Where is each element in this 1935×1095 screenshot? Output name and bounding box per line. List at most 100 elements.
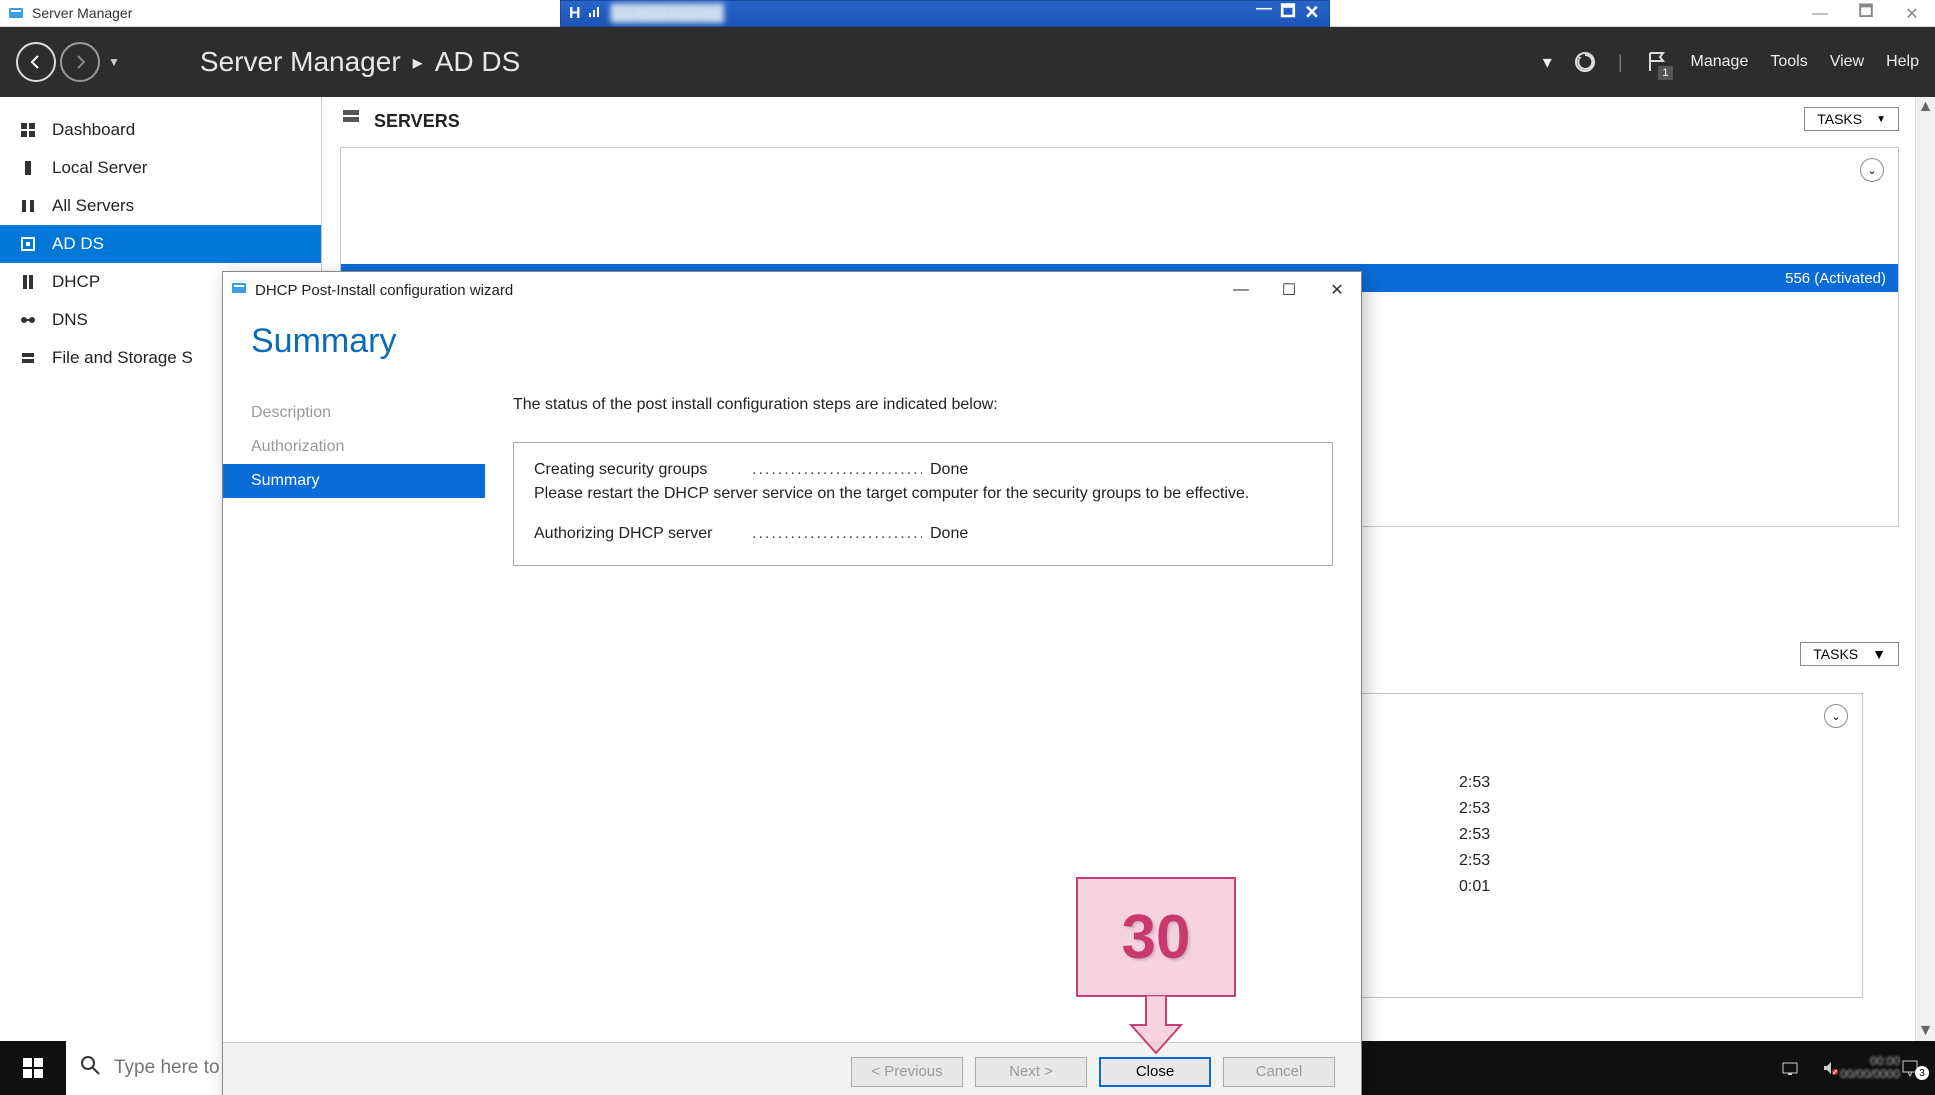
server-manager-header: ▼ Server Manager ▸ AD DS ▾ | 1 Manage To… [0, 27, 1935, 97]
wizard-step-description[interactable]: Description [223, 396, 485, 430]
dialog-heading: Summary [223, 308, 1361, 367]
sidebar-item-dashboard[interactable]: Dashboard [0, 111, 321, 149]
dhcp-wizard-dialog: DHCP Post-Install configuration wizard —… [222, 271, 1362, 1095]
scroll-up-icon[interactable]: ▲ [1916, 97, 1935, 117]
previous-button[interactable]: < Previous [851, 1057, 963, 1087]
breadcrumb: Server Manager ▸ AD DS [200, 46, 520, 78]
nav-back-button[interactable] [16, 42, 56, 82]
tray-clock[interactable]: 00:0000/00/0000 [1855, 1055, 1885, 1081]
start-button[interactable] [0, 1041, 66, 1095]
dhcp-icon [18, 274, 38, 290]
inner-window-title: ██████████ [611, 5, 724, 23]
inner-minimize-button[interactable]: — [1253, 0, 1275, 27]
dialog-footer: < Previous Next > Close Cancel [223, 1042, 1361, 1095]
adds-icon [18, 236, 38, 252]
sidebar-item-local-server[interactable]: Local Server [0, 149, 321, 187]
cancel-button[interactable]: Cancel [1223, 1057, 1335, 1087]
breadcrumb-current: AD DS [435, 46, 521, 78]
panel-expand-button[interactable]: ⌄ [1824, 704, 1848, 728]
inner-close-button[interactable]: 🗙 [1301, 0, 1323, 27]
sidebar-item-label: Dashboard [52, 120, 135, 140]
tray-notifications-icon[interactable]: 3 [1895, 1058, 1925, 1078]
dialog-titlebar[interactable]: DHCP Post-Install configuration wizard —… [223, 272, 1361, 308]
result-dots: .............................. [752, 461, 922, 479]
sidebar-item-label: File and Storage S [52, 348, 193, 368]
events-time-column: 2:53 2:53 2:53 2:53 0:01 [1459, 774, 1490, 896]
menu-manage[interactable]: Manage [1691, 53, 1749, 71]
header-dropdown-icon[interactable]: ▾ [1543, 52, 1552, 73]
nav-forward-button[interactable] [60, 42, 100, 82]
server-manager-icon [231, 280, 247, 300]
sidebar-item-all-servers[interactable]: All Servers [0, 187, 321, 225]
outer-titlebar: Server Manager H ██████████ — 🗖 🗙 — 🗖 ✕ [0, 0, 1935, 27]
outer-close-button[interactable]: ✕ [1889, 0, 1935, 27]
event-time: 2:53 [1459, 852, 1490, 870]
outer-maximize-button[interactable]: 🗖 [1843, 0, 1889, 27]
result-status: Done [930, 461, 968, 479]
nav-history-dropdown[interactable]: ▼ [108, 55, 120, 69]
wizard-intro-text: The status of the post install configura… [513, 396, 1333, 414]
dialog-maximize-button[interactable]: ☐ [1265, 272, 1313, 308]
servers-heading-icon [340, 107, 362, 135]
event-time: 2:53 [1459, 800, 1490, 818]
next-button[interactable]: Next > [975, 1057, 1087, 1087]
panel-expand-button[interactable]: ⌄ [1860, 158, 1884, 182]
result-dots: .............................. [752, 525, 922, 543]
dialog-minimize-button[interactable]: — [1217, 272, 1265, 308]
tasks-label: TASKS [1817, 111, 1862, 127]
signal-icon [589, 4, 603, 23]
wizard-result-box: Creating security groups ...............… [513, 442, 1333, 566]
breadcrumb-root[interactable]: Server Manager [200, 46, 401, 78]
tray-notifications-badge: 3 [1915, 1066, 1929, 1080]
server-manager-body: Dashboard Local Server All Servers AD DS… [0, 97, 1935, 1041]
result-status: Done [930, 525, 968, 543]
notifications-flag-icon[interactable]: 1 [1645, 50, 1669, 74]
caret-down-icon: ▼ [1872, 646, 1886, 662]
sidebar-item-ad-ds[interactable]: AD DS [0, 225, 321, 263]
tasks-dropdown-2[interactable]: TASKS ▼ [1800, 642, 1899, 666]
event-time: 2:53 [1459, 774, 1490, 792]
wizard-step-summary[interactable]: Summary [223, 464, 485, 498]
breadcrumb-sep-icon: ▸ [413, 50, 423, 75]
dashboard-icon [18, 122, 38, 138]
server-row-text: 556 (Activated) [1785, 270, 1886, 287]
system-tray: 00:0000/00/0000 3 [1775, 1041, 1935, 1095]
event-time: 2:53 [1459, 826, 1490, 844]
result-row: Creating security groups ...............… [534, 461, 1312, 479]
result-label: Authorizing DHCP server [534, 525, 744, 543]
notifications-badge: 1 [1658, 66, 1672, 80]
inner-window-titlebar[interactable]: H ██████████ — 🗖 🗙 [560, 0, 1330, 27]
wizard-pane: The status of the post install configura… [485, 368, 1361, 1042]
sidebar-item-label: All Servers [52, 196, 134, 216]
menu-view[interactable]: View [1830, 53, 1864, 71]
dialog-title: DHCP Post-Install configuration wizard [255, 282, 513, 299]
nav-arrows: ▼ [16, 42, 120, 82]
inner-maximize-button[interactable]: 🗖 [1277, 0, 1299, 27]
servers-heading-text: SERVERS [374, 111, 460, 132]
dialog-close-button[interactable]: ✕ [1313, 272, 1361, 308]
menu-help[interactable]: Help [1886, 53, 1919, 71]
tasks-dropdown-1[interactable]: TASKS ▼ [1804, 107, 1899, 131]
menu-tools[interactable]: Tools [1770, 53, 1807, 71]
main-scrollbar[interactable]: ▲ ▼ [1915, 97, 1935, 1041]
sidebar-item-label: Local Server [52, 158, 147, 178]
search-icon [80, 1055, 100, 1081]
refresh-button[interactable] [1574, 51, 1596, 73]
close-button[interactable]: Close [1099, 1057, 1211, 1087]
event-time: 0:01 [1459, 878, 1490, 896]
result-row: Authorizing DHCP server ................… [534, 525, 1312, 543]
result-label: Creating security groups [534, 461, 744, 479]
wizard-step-authorization[interactable]: Authorization [223, 430, 485, 464]
result-note: Please restart the DHCP server service o… [534, 485, 1312, 503]
servers-icon [18, 198, 38, 214]
sidebar-item-label: DNS [52, 310, 88, 330]
tray-network-icon[interactable] [1775, 1059, 1805, 1077]
scroll-down-icon[interactable]: ▼ [1916, 1021, 1935, 1041]
server-manager-icon [8, 5, 24, 21]
wizard-steps: Description Authorization Summary [223, 368, 485, 1042]
header-separator: | [1618, 52, 1623, 73]
outer-minimize-button[interactable]: — [1797, 0, 1843, 27]
sidebar-item-label: DHCP [52, 272, 100, 292]
outer-title: Server Manager [32, 5, 132, 21]
caret-down-icon: ▼ [1876, 114, 1886, 125]
